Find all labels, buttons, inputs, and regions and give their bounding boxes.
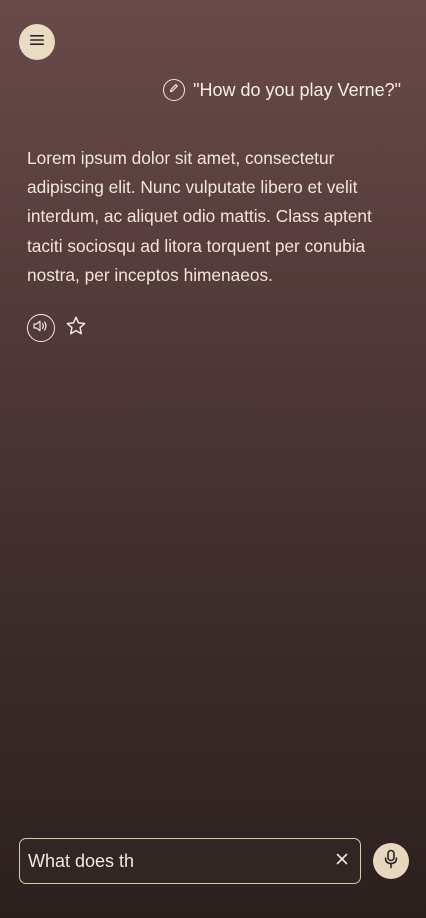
answer-actions <box>27 314 89 342</box>
edit-query-button[interactable] <box>163 79 186 101</box>
query-row: "How do you play Verne?" <box>163 78 401 102</box>
read-aloud-button[interactable] <box>27 314 55 342</box>
message-input[interactable] <box>28 850 332 872</box>
answer-text: Lorem ipsum dolor sit amet, consectetur … <box>27 148 372 285</box>
star-outline-icon <box>65 315 87 342</box>
voice-input-button[interactable] <box>373 843 409 879</box>
microphone-icon <box>383 849 399 874</box>
close-icon <box>336 852 348 870</box>
menu-button[interactable] <box>19 24 55 60</box>
clear-input-button[interactable] <box>332 851 352 871</box>
query-text: "How do you play Verne?" <box>193 79 401 100</box>
hamburger-menu-icon <box>29 33 45 52</box>
speaker-icon <box>32 319 50 338</box>
favorite-button[interactable] <box>63 315 89 341</box>
pencil-icon <box>168 81 180 99</box>
message-input-box <box>19 838 361 884</box>
